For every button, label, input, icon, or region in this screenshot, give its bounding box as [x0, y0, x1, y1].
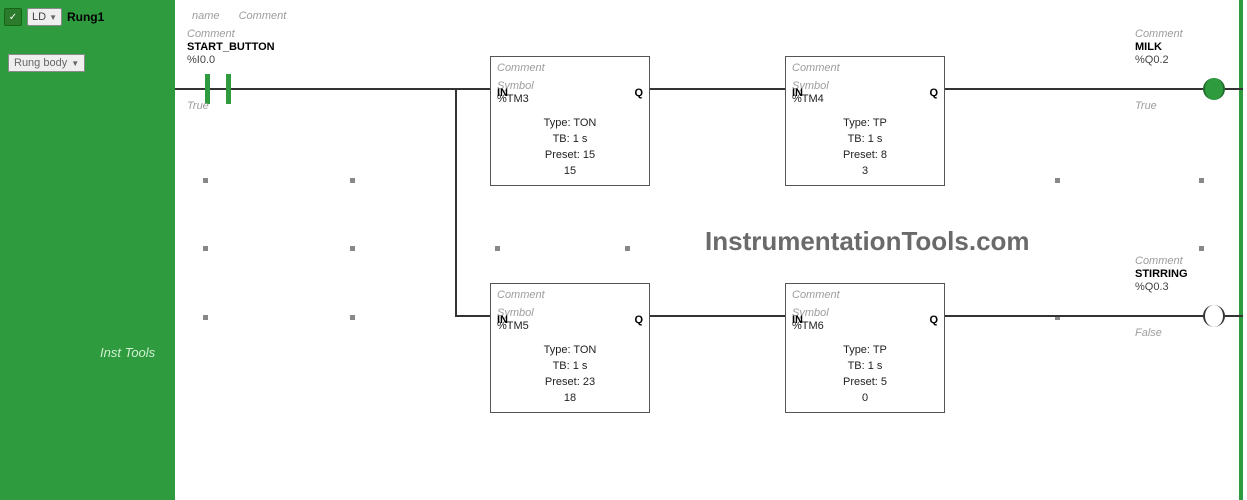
fb-preset: Preset: 15	[491, 147, 649, 163]
grid-dot	[350, 315, 355, 320]
contact-state: True	[187, 100, 209, 113]
coil-milk[interactable]	[1203, 78, 1225, 100]
language-selector[interactable]: LD ▼	[27, 8, 62, 26]
fb-comment: Comment	[786, 57, 944, 75]
fb-q-label: Q	[929, 87, 938, 99]
grid-dot	[350, 178, 355, 183]
fb-comment: Comment	[491, 57, 649, 75]
grid-dot	[1055, 178, 1060, 183]
language-label: LD	[32, 10, 46, 25]
rung-header-row: ✓ LD ▼ Rung1	[4, 8, 104, 26]
wire	[945, 88, 1203, 90]
fb-q-label: Q	[634, 314, 643, 326]
ladder-canvas[interactable]: InstrumentationTools.com Comment START_B…	[175, 0, 1243, 500]
fb-current: 3	[786, 163, 944, 179]
fb-preset: Preset: 8	[786, 147, 944, 163]
grid-dot	[495, 246, 500, 251]
rung-title: Rung1	[67, 10, 104, 24]
coil-address: %Q0.2	[1135, 54, 1183, 67]
fb-symbol-hint: Symbol	[786, 302, 944, 320]
fb-symbol-hint: Symbol	[491, 302, 649, 320]
timer-tm6[interactable]: Comment Symbol %TM6 IN Q Type: TP TB: 1 …	[785, 283, 945, 413]
contact-labels: Comment START_BUTTON %I0.0	[187, 28, 275, 67]
contact-no[interactable]	[205, 78, 231, 100]
fb-address: %TM3	[491, 93, 649, 111]
wire	[945, 315, 1203, 317]
wire	[650, 88, 785, 90]
grid-dot	[350, 246, 355, 251]
fb-type: Type: TP	[786, 115, 944, 131]
fb-current: 18	[491, 390, 649, 406]
fb-preset: Preset: 23	[491, 374, 649, 390]
rung-body-label: Rung body	[14, 56, 67, 71]
chevron-down-icon: ▼	[71, 56, 79, 71]
fb-type: Type: TP	[786, 342, 944, 358]
wire	[480, 88, 490, 90]
fb-address: %TM5	[491, 320, 649, 338]
coil-name: MILK	[1135, 41, 1183, 54]
coil-comment: Comment	[1135, 28, 1183, 41]
fb-in-label: IN	[497, 314, 508, 326]
sidebar: ✓ LD ▼ Rung1 Rung body ▼ Inst Tools	[0, 0, 175, 500]
contact-address: %I0.0	[187, 54, 275, 67]
chevron-down-icon: ▼	[49, 10, 57, 25]
rung-body-selector[interactable]: Rung body ▼	[8, 54, 85, 72]
fb-comment: Comment	[786, 284, 944, 302]
coil-milk-labels: Comment MILK %Q0.2	[1135, 28, 1183, 67]
wire	[455, 88, 457, 316]
fb-preset: Preset: 5	[786, 374, 944, 390]
fb-tb: TB: 1 s	[491, 358, 649, 374]
wire	[1225, 315, 1243, 317]
wire	[455, 315, 490, 317]
fb-type: Type: TON	[491, 115, 649, 131]
grid-dot	[203, 246, 208, 251]
timer-tm5[interactable]: Comment Symbol %TM5 IN Q Type: TON TB: 1…	[490, 283, 650, 413]
wire	[175, 88, 205, 90]
wire	[231, 88, 480, 90]
fb-tb: TB: 1 s	[786, 358, 944, 374]
fb-address: %TM4	[786, 93, 944, 111]
fb-comment: Comment	[491, 284, 649, 302]
grid-dot	[1199, 178, 1204, 183]
fb-tb: TB: 1 s	[491, 131, 649, 147]
fb-in-label: IN	[497, 87, 508, 99]
grid-dot	[203, 178, 208, 183]
fb-address: %TM6	[786, 320, 944, 338]
fb-in-label: IN	[792, 87, 803, 99]
contact-name: START_BUTTON	[187, 41, 275, 54]
coil-stirring[interactable]	[1203, 305, 1225, 327]
timer-tm4[interactable]: Comment Symbol %TM4 IN Q Type: TP TB: 1 …	[785, 56, 945, 186]
fb-current: 15	[491, 163, 649, 179]
coil-comment: Comment	[1135, 255, 1188, 268]
fb-q-label: Q	[634, 87, 643, 99]
grid-dot	[203, 315, 208, 320]
contact-comment: Comment	[187, 28, 275, 41]
fb-q-label: Q	[929, 314, 938, 326]
fb-tb: TB: 1 s	[786, 131, 944, 147]
fb-type: Type: TON	[491, 342, 649, 358]
watermark: InstrumentationTools.com	[705, 226, 1030, 257]
coil-stirring-labels: Comment STIRRING %Q0.3	[1135, 255, 1188, 294]
fb-current: 0	[786, 390, 944, 406]
validate-icon[interactable]: ✓	[4, 8, 22, 26]
fb-symbol-hint: Symbol	[786, 75, 944, 93]
grid-dot	[625, 246, 630, 251]
grid-dot	[1199, 246, 1204, 251]
timer-tm3[interactable]: Comment Symbol %TM3 IN Q Type: TON TB: 1…	[490, 56, 650, 186]
coil-stirring-state: False	[1135, 327, 1162, 340]
coil-name: STIRRING	[1135, 268, 1188, 281]
wire	[650, 315, 785, 317]
wire	[1225, 88, 1243, 90]
coil-address: %Q0.3	[1135, 281, 1188, 294]
fb-symbol-hint: Symbol	[491, 75, 649, 93]
fb-in-label: IN	[792, 314, 803, 326]
watermark-small: Inst Tools	[100, 345, 155, 360]
coil-milk-state: True	[1135, 100, 1157, 113]
